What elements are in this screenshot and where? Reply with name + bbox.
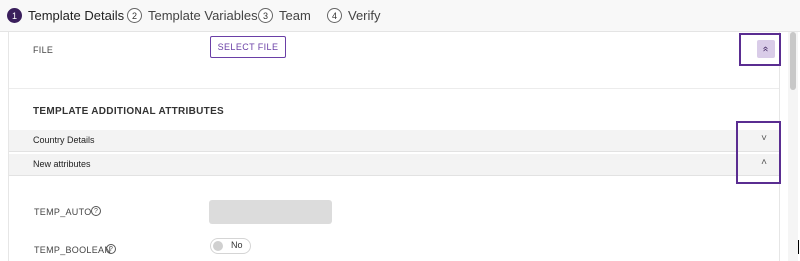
step-team[interactable]: 3 Team bbox=[258, 0, 311, 31]
step-number: 4 bbox=[327, 8, 342, 23]
help-icon[interactable]: ? bbox=[91, 206, 101, 216]
divider bbox=[9, 88, 779, 89]
text-cursor bbox=[798, 240, 799, 254]
scrollbar[interactable] bbox=[788, 32, 798, 261]
toggle-text: No bbox=[231, 240, 243, 250]
section-title: TEMPLATE ADDITIONAL ATTRIBUTES bbox=[33, 106, 225, 117]
step-number: 2 bbox=[127, 8, 142, 23]
step-template-details[interactable]: 1 Template Details bbox=[7, 0, 124, 31]
step-number: 1 bbox=[7, 8, 22, 23]
temp-boolean-label: TEMP_BOOLEAN bbox=[34, 245, 112, 255]
accordion-new-attributes[interactable]: New attributes ˄ bbox=[9, 154, 779, 176]
scrollbar-thumb[interactable] bbox=[790, 32, 796, 90]
accordion-country-details[interactable]: Country Details ˅ bbox=[9, 130, 779, 152]
highlight-box bbox=[736, 121, 781, 184]
temp-boolean-toggle[interactable]: No bbox=[210, 238, 251, 254]
step-label: Template Details bbox=[28, 8, 125, 23]
step-label: Team bbox=[279, 8, 311, 23]
toggle-knob bbox=[213, 241, 223, 251]
step-label: Template Variables bbox=[148, 8, 258, 23]
step-label: Verify bbox=[348, 8, 381, 23]
accordion-label: Country Details bbox=[33, 135, 95, 145]
temp-auto-field[interactable] bbox=[209, 200, 332, 224]
help-icon[interactable]: ? bbox=[106, 244, 116, 254]
select-file-button[interactable]: SELECT FILE bbox=[210, 36, 286, 58]
step-number: 3 bbox=[258, 8, 273, 23]
step-template-variables[interactable]: 2 Template Variables bbox=[127, 0, 258, 31]
file-label: FILE bbox=[33, 45, 54, 55]
temp-auto-label: TEMP_AUTO bbox=[34, 207, 92, 217]
highlight-box bbox=[739, 33, 781, 66]
stepper: 1 Template Details 2 Template Variables … bbox=[0, 0, 800, 32]
accordion-label: New attributes bbox=[33, 159, 91, 169]
step-verify[interactable]: 4 Verify bbox=[327, 0, 381, 31]
main-panel: FILE SELECT FILE TEMPLATE ADDITIONAL ATT… bbox=[8, 32, 780, 261]
